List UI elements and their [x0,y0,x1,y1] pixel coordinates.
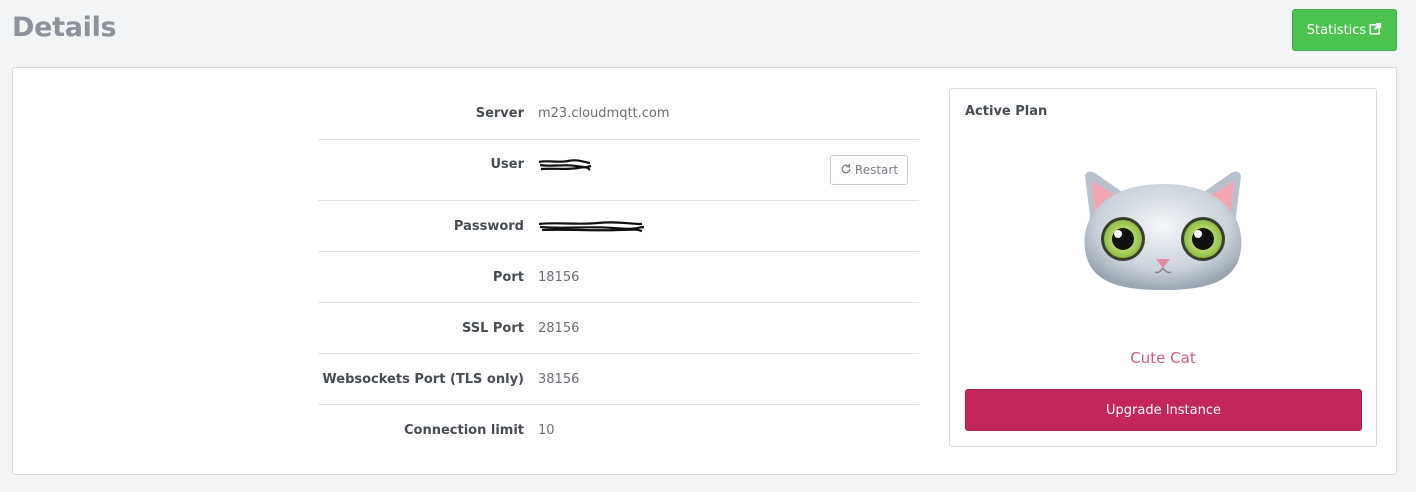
websockets-port-row: Websockets Port (TLS only) 38156 [318,353,919,404]
ssl-port-value: 28156 [538,320,580,336]
restart-button[interactable]: Restart [830,155,908,185]
password-row: Password [318,200,919,251]
redacted-password-scribble [538,221,645,233]
details-table: Server m23.cloudmqtt.com User Restart Pa… [318,68,919,455]
active-plan-title: Active Plan [965,104,1048,119]
connection-limit-value: 10 [538,422,555,438]
cute-cat-plan-image [1084,171,1242,290]
port-label: Port [492,269,524,285]
password-label: Password [453,218,524,234]
server-row: Server m23.cloudmqtt.com [318,68,919,139]
details-panel: Server m23.cloudmqtt.com User Restart Pa… [12,67,1397,475]
active-plan-card: Active Plan Cute Cat Upgrade Instance [949,88,1377,447]
ssl-port-row: SSL Port 28156 [318,302,919,353]
connection-limit-row: Connection limit 10 [318,404,919,455]
user-label: User [490,157,524,172]
websockets-port-label: Websockets Port (TLS only) [322,371,524,387]
page-title: Details [12,12,117,43]
restart-label: Restart [854,163,899,177]
port-value: 18156 [538,269,580,285]
refresh-icon [840,163,852,178]
user-row: User Restart [318,139,919,200]
statistics-button[interactable]: Statistics [1292,9,1397,51]
statistics-label: Statistics [1306,22,1367,38]
connection-limit-label: Connection limit [403,422,524,438]
external-link-icon [1369,22,1382,39]
websockets-port-value: 38156 [538,371,580,387]
server-label: Server [475,106,524,121]
upgrade-instance-button[interactable]: Upgrade Instance [965,389,1362,431]
plan-name: Cute Cat [1130,349,1196,367]
ssl-port-label: SSL Port [461,320,524,336]
port-row: Port 18156 [318,251,919,302]
server-value: m23.cloudmqtt.com [538,106,670,121]
redacted-user-scribble [538,159,592,171]
